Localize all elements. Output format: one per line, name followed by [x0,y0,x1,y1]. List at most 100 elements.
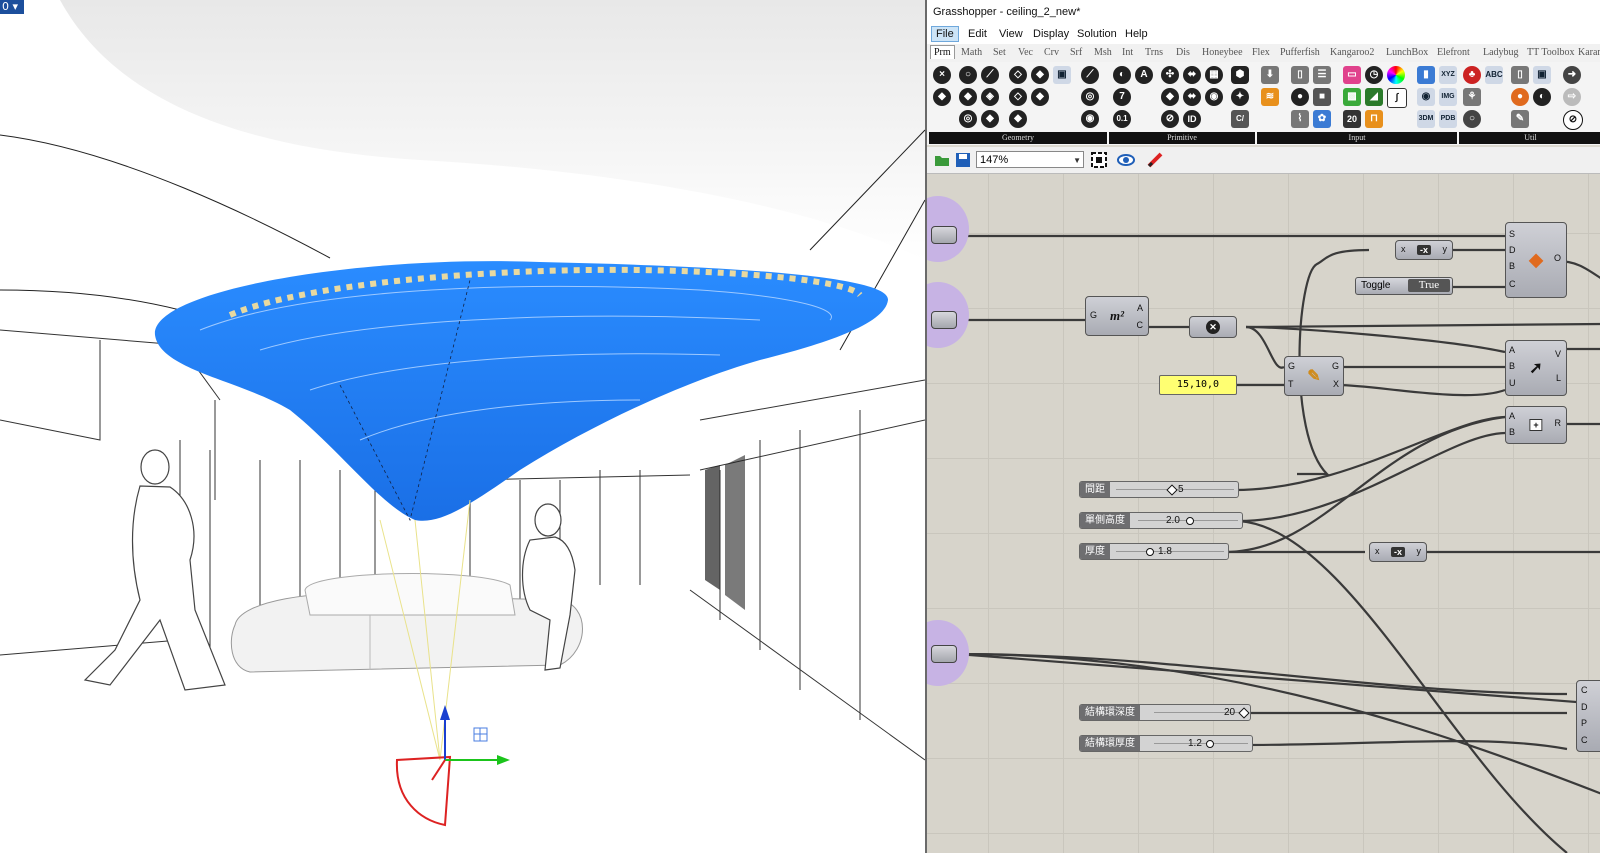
menu-edit[interactable]: Edit [964,26,991,42]
point-param-icon[interactable]: ◆ [933,88,951,106]
number-param-icon[interactable]: 0.1 [1113,110,1131,128]
arrow-right-icon[interactable]: ➜ [1563,66,1581,84]
rectangle-param-icon[interactable]: ⟋ [1081,66,1099,84]
plane-param-icon[interactable]: ◆ [1031,88,1049,106]
multiply-component[interactable]: ✕ [1189,316,1237,338]
fitness-icon[interactable]: ● [1511,88,1529,106]
disable-icon[interactable]: ⊘ [1563,110,1583,130]
subd-param-icon[interactable]: ◆ [1031,66,1049,84]
shader-param-icon[interactable]: ✦ [1231,88,1249,106]
curve-param-node[interactable] [931,645,957,663]
curve-param-icon[interactable]: ⟋ [981,66,999,84]
preview-eye-icon[interactable] [1117,151,1135,169]
slider-input-icon[interactable]: ▭ [1343,66,1361,84]
circle-param-icon[interactable]: ○ [959,66,977,84]
digit-scroller-icon[interactable]: ◢ [1365,88,1383,106]
data-input-icon[interactable]: ⬇ [1261,66,1279,84]
open-file-icon[interactable] [933,151,951,169]
grid-component[interactable]: G T ✎ G X [1284,356,1344,396]
jump-icon[interactable]: ◐ [1533,88,1551,106]
text-param-icon[interactable]: A [1135,66,1153,84]
number-slider-icon[interactable]: 20 [1343,110,1361,128]
domain-param-icon[interactable]: ✣ [1161,66,1179,84]
brep-param-icon[interactable]: ◆ [981,110,999,128]
panel-input-icon[interactable]: ⊓ [1365,110,1383,128]
tab-flex[interactable]: Flex [1252,47,1270,58]
rhino-viewport[interactable]: 0 ▾ [0,0,925,853]
gradient-bar-icon[interactable]: ▮ [1417,66,1435,84]
tab-vec[interactable]: Vec [1018,47,1033,58]
menu-solution[interactable]: Solution [1073,26,1121,42]
zoom-extents-icon[interactable] [1090,151,1108,169]
tab-kangaroo2[interactable]: Kangaroo2 [1330,47,1374,58]
slider-spacing[interactable]: 間距 5 [1079,481,1239,498]
menu-file[interactable]: File [931,26,959,42]
slider-grip[interactable] [1206,740,1214,748]
boolean-toggle-icon[interactable]: ● [1291,88,1309,106]
zoom-dropdown[interactable]: 147% ▼ [976,151,1084,168]
tab-karamba[interactable]: Karam [1578,47,1600,58]
tab-dis[interactable]: Dis [1176,47,1190,58]
interval-param-icon[interactable]: ⬌ [1183,66,1201,84]
area-component[interactable]: G m² A C [1085,296,1149,336]
slider-ring-depth[interactable]: 結構環深度 20 [1079,704,1251,721]
button-input-icon[interactable]: ▯ [1291,66,1309,84]
xyz-icon[interactable]: XYZ [1439,66,1457,84]
tab-honeybee[interactable]: Honeybee [1202,47,1243,58]
surface-param-node[interactable] [931,311,957,329]
colour-wheel-icon[interactable]: ✿ [1313,110,1331,128]
bake-component[interactable]: S D B C ◆ O [1505,222,1567,298]
grasshopper-canvas[interactable]: G m² A C ✕ 15,10,0 G T ✎ G X x -x y Togg… [927,174,1600,853]
value-list-icon[interactable]: ☰ [1313,66,1331,84]
slider-grip[interactable] [1166,484,1178,496]
tab-ladybug[interactable]: Ladybug [1483,47,1519,58]
tab-elefront[interactable]: Elefront [1437,47,1470,58]
boolean-toggle[interactable]: Toggle True [1355,277,1453,295]
culture-param-icon[interactable]: C/ [1231,110,1249,128]
spellcheck-icon[interactable]: ABC [1485,66,1503,84]
negate-expression[interactable]: x -x y [1395,240,1453,260]
tab-int[interactable]: Int [1122,47,1133,58]
pen-icon[interactable]: ✎ [1511,110,1529,128]
slider-ring-thickness[interactable]: 結構環厚度 1.2 [1079,735,1253,752]
surface-param-icon[interactable]: ◈ [981,88,999,106]
negate-expression[interactable]: x -x y [1369,542,1427,562]
control-knob-icon[interactable]: ⌇ [1291,110,1309,128]
tab-srf[interactable]: Srf [1070,47,1082,58]
container-icon[interactable]: ▯ [1511,66,1529,84]
viewport-menu-button[interactable]: 0 ▾ [0,0,24,14]
box-param-icon[interactable]: ◇ [1009,66,1027,84]
clock-icon[interactable]: ◷ [1365,66,1383,84]
twisted-box-param-icon[interactable]: ◉ [1081,110,1099,128]
slider-thickness[interactable]: 厚度 1.8 [1079,543,1229,560]
md-slider-icon[interactable]: ▩ [1343,88,1361,106]
complex-param-icon[interactable]: ⊘ [1161,110,1179,128]
vector-param-icon[interactable]: ◎ [1081,88,1099,106]
timer-icon[interactable]: ○ [1463,110,1481,128]
value-panel[interactable]: 15,10,0 [1159,375,1237,395]
boolean-param-icon[interactable]: ◐ [1113,66,1131,84]
slider-grip[interactable] [1186,517,1194,525]
vector-component[interactable]: A B U ➚ V L [1505,340,1567,396]
time-param-icon[interactable]: ⬌ [1183,88,1201,106]
structure-component[interactable]: C D P C [1576,680,1600,752]
tab-trns[interactable]: Trns [1145,47,1163,58]
generic-data-icon[interactable]: ⬢ [1231,66,1249,84]
group-param-icon[interactable]: ▣ [1053,66,1071,84]
import-3dm-icon[interactable]: 3DM [1417,110,1435,128]
menu-display[interactable]: Display [1029,26,1073,42]
swatch-icon[interactable]: ■ [1313,88,1331,106]
mesh-param-icon[interactable]: ◇ [1009,88,1027,106]
arc-param-icon[interactable]: ◎ [959,110,977,128]
cluster-icon[interactable]: ⚘ [1463,88,1481,106]
field-param-icon[interactable]: ◆ [1009,110,1027,128]
integer-param-icon[interactable]: 7 [1113,88,1131,106]
tab-msh[interactable]: Msh [1094,47,1112,58]
tab-pufferfish[interactable]: Pufferfish [1280,47,1320,58]
tab-prm[interactable]: Prm [930,45,955,59]
tab-lunchbox[interactable]: LunchBox [1386,47,1428,58]
colour-picker-icon[interactable] [1387,66,1405,84]
colour-param-icon[interactable]: ◉ [1205,88,1223,106]
cherry-icon[interactable]: ♣ [1463,66,1481,84]
image-sampler-icon[interactable]: IMG [1439,88,1457,106]
